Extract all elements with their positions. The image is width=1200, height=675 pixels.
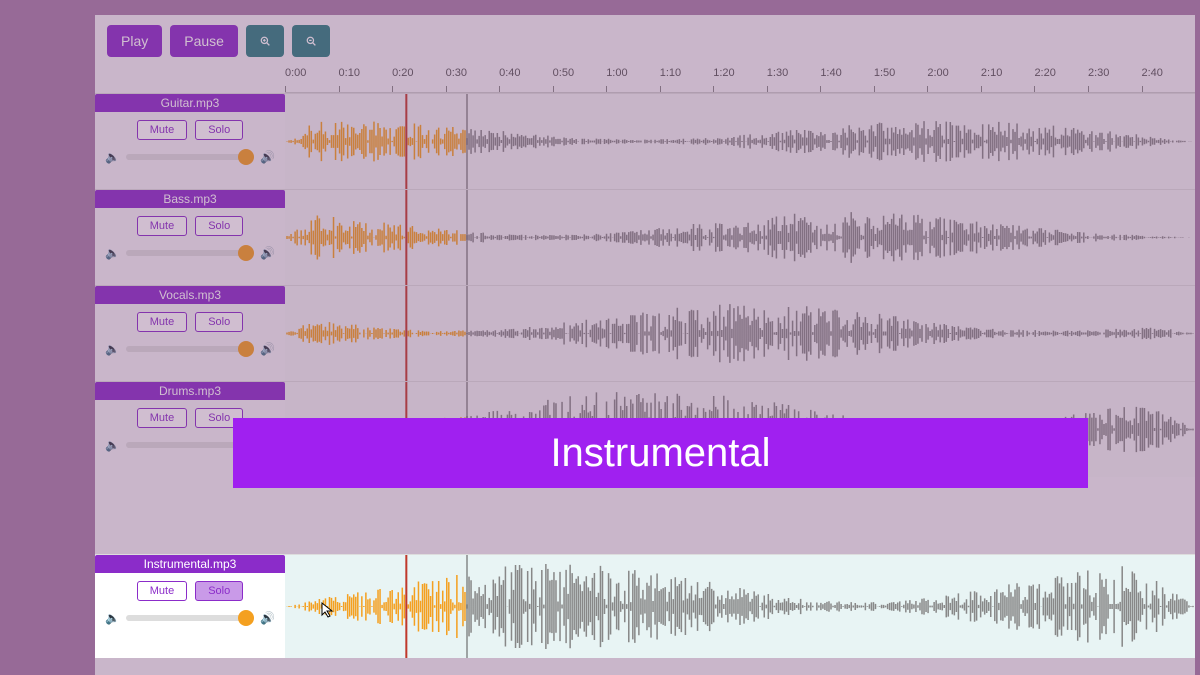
mute-button[interactable]: Mute <box>137 216 187 236</box>
volume-control[interactable]: 🔈 🔊 <box>105 611 275 625</box>
speaker-low-icon: 🔈 <box>105 438 120 452</box>
ruler-tick: 2:00 <box>927 67 981 92</box>
zoom-out-button[interactable] <box>292 25 330 57</box>
selected-track: Instrumental.mp3 Mute Solo 🔈 🔊 <box>95 554 1195 658</box>
volume-slider[interactable] <box>126 154 254 160</box>
track-name: Drums.mp3 <box>95 382 285 400</box>
speaker-low-icon: 🔈 <box>105 342 120 356</box>
speaker-high-icon: 🔊 <box>260 150 275 164</box>
waveform[interactable] <box>285 555 1195 658</box>
ruler-tick: 2:40 <box>1142 67 1196 92</box>
ruler-tick: 0:20 <box>392 67 446 92</box>
track-name: Instrumental.mp3 <box>95 555 285 573</box>
volume-control[interactable]: 🔈 🔊 <box>105 150 275 164</box>
mute-button[interactable]: Mute <box>137 408 187 428</box>
waveform[interactable] <box>285 190 1195 285</box>
ruler-tick: 0:00 <box>285 67 339 92</box>
track-controls: Instrumental.mp3 Mute Solo 🔈 🔊 <box>95 555 285 658</box>
track-controls: Bass.mp3 Mute Solo 🔈 🔊 <box>95 190 285 285</box>
volume-thumb[interactable] <box>238 245 254 261</box>
ruler-tick: 1:10 <box>660 67 714 92</box>
volume-slider[interactable] <box>126 250 254 256</box>
ruler-tick: 2:20 <box>1034 67 1088 92</box>
solo-button[interactable]: Solo <box>195 312 243 332</box>
mute-button[interactable]: Mute <box>137 312 187 332</box>
track-name: Vocals.mp3 <box>95 286 285 304</box>
track-row: Instrumental.mp3 Mute Solo 🔈 🔊 <box>95 554 1195 658</box>
volume-thumb[interactable] <box>238 610 254 626</box>
track-row: Vocals.mp3 Mute Solo 🔈 🔊 <box>95 285 1195 381</box>
zoom-out-icon <box>306 33 316 49</box>
speaker-high-icon: 🔊 <box>260 342 275 356</box>
overlay-banner: Instrumental <box>233 418 1088 488</box>
waveform[interactable] <box>285 94 1195 189</box>
speaker-high-icon: 🔊 <box>260 611 275 625</box>
ruler-tick: 0:10 <box>339 67 393 92</box>
track-row: Bass.mp3 Mute Solo 🔈 🔊 <box>95 189 1195 285</box>
volume-slider[interactable] <box>126 346 254 352</box>
play-button[interactable]: Play <box>107 25 162 57</box>
ruler-tick: 0:40 <box>499 67 553 92</box>
volume-thumb[interactable] <box>238 149 254 165</box>
timeline-ruler[interactable]: 0:000:100:200:300:400:501:001:101:201:30… <box>285 67 1195 93</box>
pause-button[interactable]: Pause <box>170 25 238 57</box>
track-controls: Guitar.mp3 Mute Solo 🔈 🔊 <box>95 94 285 189</box>
ruler-tick: 2:10 <box>981 67 1035 92</box>
track-controls: Vocals.mp3 Mute Solo 🔈 🔊 <box>95 286 285 381</box>
ruler-tick: 1:40 <box>820 67 874 92</box>
track-row: Guitar.mp3 Mute Solo 🔈 🔊 <box>95 93 1195 189</box>
waveform[interactable] <box>285 286 1195 381</box>
speaker-low-icon: 🔈 <box>105 246 120 260</box>
ruler-tick: 2:30 <box>1088 67 1142 92</box>
ruler-tick: 1:00 <box>606 67 660 92</box>
volume-control[interactable]: 🔈 🔊 <box>105 246 275 260</box>
ruler-tick: 1:20 <box>713 67 767 92</box>
volume-control[interactable]: 🔈 🔊 <box>105 342 275 356</box>
speaker-high-icon: 🔊 <box>260 246 275 260</box>
mute-button[interactable]: Mute <box>137 120 187 140</box>
zoom-in-button[interactable] <box>246 25 284 57</box>
ruler-tick: 1:50 <box>874 67 928 92</box>
speaker-low-icon: 🔈 <box>105 611 120 625</box>
zoom-in-icon <box>260 33 270 49</box>
solo-button[interactable]: Solo <box>195 216 243 236</box>
volume-slider[interactable] <box>126 615 254 621</box>
solo-button[interactable]: Solo <box>195 120 243 140</box>
toolbar: Play Pause <box>95 15 1195 67</box>
track-name: Bass.mp3 <box>95 190 285 208</box>
track-name: Guitar.mp3 <box>95 94 285 112</box>
mute-button[interactable]: Mute <box>137 581 187 601</box>
ruler-tick: 1:30 <box>767 67 821 92</box>
ruler-tick: 0:50 <box>553 67 607 92</box>
ruler-tick: 0:30 <box>446 67 500 92</box>
speaker-low-icon: 🔈 <box>105 150 120 164</box>
solo-button[interactable]: Solo <box>195 581 243 601</box>
volume-thumb[interactable] <box>238 341 254 357</box>
